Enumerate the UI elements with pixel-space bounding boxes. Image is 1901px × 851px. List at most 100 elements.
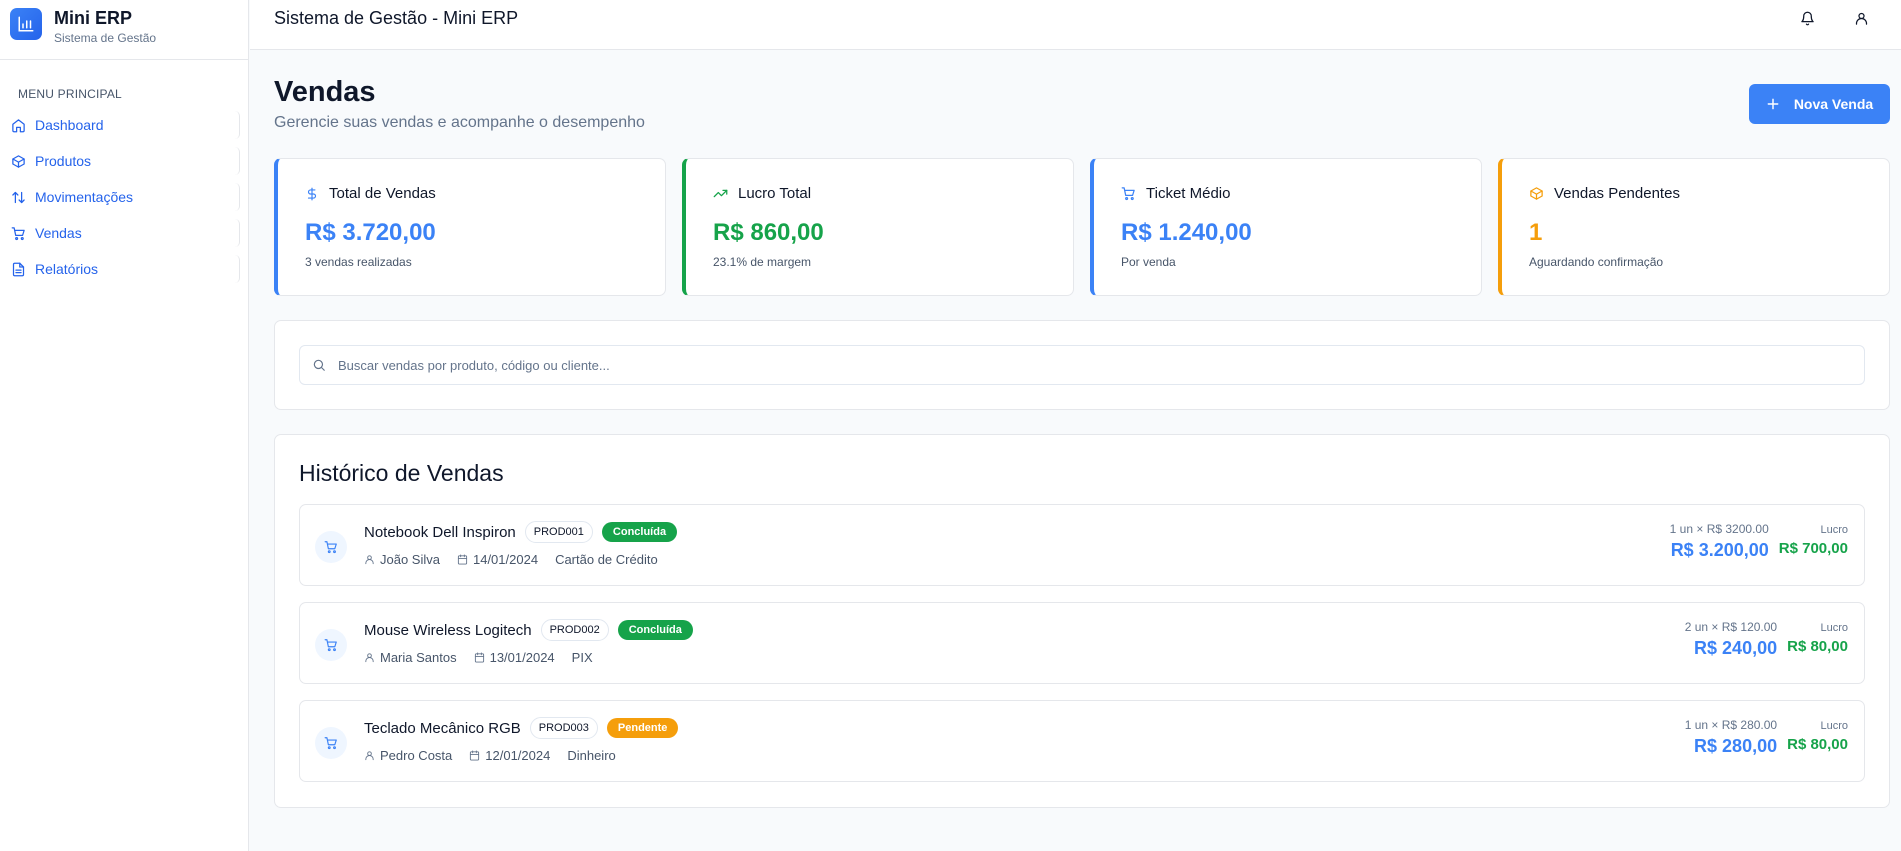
sidebar-item-label: Vendas bbox=[35, 225, 82, 241]
sidebar: Mini ERP Sistema de Gestão MENU PRINCIPA… bbox=[0, 0, 249, 851]
bell-icon bbox=[1800, 11, 1814, 26]
sale-row[interactable]: Notebook Dell Inspiron PROD001 Concluída… bbox=[299, 504, 1865, 586]
cart-icon bbox=[315, 629, 347, 661]
stat-card-value: R$ 1.240,00 bbox=[1121, 219, 1252, 246]
trending-up-icon bbox=[713, 189, 728, 198]
sale-list: Notebook Dell Inspiron PROD001 Concluída… bbox=[299, 504, 1865, 782]
sidebar-item-produtos[interactable]: Produtos bbox=[0, 143, 248, 179]
sale-total: R$ 3.200,00 bbox=[1670, 540, 1769, 560]
sale-date: 12/01/2024 bbox=[485, 748, 551, 763]
stat-card-title: Ticket Médio bbox=[1146, 185, 1231, 202]
sale-date: 14/01/2024 bbox=[472, 552, 539, 567]
sidebar-item-vendas[interactable]: Vendas bbox=[0, 215, 248, 251]
brand-subtitle: Sistema de Gestão bbox=[54, 31, 157, 45]
page-subtitle: Gerencie suas vendas e acompanhe o desem… bbox=[274, 114, 645, 131]
new-sale-label: Nova Venda bbox=[1793, 96, 1874, 112]
user-icon bbox=[365, 751, 374, 761]
history-title: Histórico de Vendas bbox=[299, 460, 504, 486]
search-icon bbox=[313, 359, 325, 371]
brand: Mini ERP Sistema de Gestão bbox=[0, 0, 248, 60]
status-badge: Concluída bbox=[617, 620, 693, 640]
stat-card-value: R$ 860,00 bbox=[713, 219, 824, 246]
home-icon bbox=[12, 118, 25, 132]
sidebar-item-relatorios[interactable]: Relatórios bbox=[0, 251, 248, 287]
package-icon bbox=[1530, 187, 1543, 200]
calendar-icon bbox=[457, 554, 468, 565]
search-box bbox=[299, 345, 1865, 385]
stat-card-title: Total de Vendas bbox=[329, 185, 436, 202]
stat-card-value: R$ 3.720,00 bbox=[305, 219, 436, 246]
menu-label: MENU PRINCIPAL bbox=[18, 87, 122, 101]
sidebar-item-movimentacoes[interactable]: Movimentações bbox=[0, 179, 248, 215]
notifications-button[interactable] bbox=[1797, 9, 1817, 29]
sale-quantity: 2 un × R$ 120.00 bbox=[1684, 620, 1778, 634]
sale-profit: R$ 80,00 bbox=[1787, 638, 1848, 655]
sale-total: R$ 240,00 bbox=[1694, 638, 1778, 658]
sidebar-item-label: Dashboard bbox=[35, 117, 104, 133]
product-code-badge: PROD003 bbox=[529, 717, 598, 739]
sale-profit: R$ 80,00 bbox=[1787, 736, 1848, 753]
user-icon bbox=[365, 653, 374, 663]
calendar-icon bbox=[474, 652, 484, 663]
profit-label: Lucro bbox=[1820, 524, 1848, 536]
new-sale-button[interactable]: Nova Venda bbox=[1749, 84, 1890, 124]
sidebar-item-label: Relatórios bbox=[35, 261, 99, 277]
sale-customer: Maria Santos bbox=[380, 650, 457, 665]
user-menu-button[interactable] bbox=[1851, 9, 1871, 29]
stat-card-total-profit: Lucro Total R$ 860,00 23.1% de margem bbox=[682, 158, 1074, 296]
stat-card-title: Vendas Pendentes bbox=[1554, 185, 1680, 202]
page-title: Vendas bbox=[274, 76, 376, 108]
product-code-badge: PROD002 bbox=[540, 619, 609, 641]
stat-card-average-ticket: Ticket Médio R$ 1.240,00 Por venda bbox=[1090, 158, 1482, 296]
package-icon bbox=[12, 154, 25, 168]
sale-quantity: 1 un × R$ 280.00 bbox=[1684, 718, 1778, 732]
sales-history: Histórico de Vendas Notebook Dell Inspir… bbox=[274, 434, 1890, 808]
status-badge: Concluída bbox=[601, 522, 678, 542]
user-icon bbox=[365, 555, 374, 565]
cart-icon bbox=[315, 531, 347, 563]
calendar-icon bbox=[470, 750, 480, 761]
sale-customer: João Silva bbox=[380, 552, 440, 567]
profit-label: Lucro bbox=[1820, 720, 1848, 732]
cart-icon bbox=[315, 727, 347, 759]
sale-quantity: 1 un × R$ 3200.00 bbox=[1669, 522, 1769, 536]
sale-total: R$ 280,00 bbox=[1694, 736, 1778, 756]
main-content: Vendas Gerencie suas vendas e acompanhe … bbox=[274, 50, 1890, 808]
stat-card-total-sales: Total de Vendas R$ 3.720,00 3 vendas rea… bbox=[274, 158, 666, 296]
stats-cards: Total de Vendas R$ 3.720,00 3 vendas rea… bbox=[274, 158, 1890, 296]
sidebar-item-dashboard[interactable]: Dashboard bbox=[0, 107, 248, 143]
sidebar-nav: Dashboard Produtos Movimentações Vendas … bbox=[0, 107, 248, 287]
status-badge: Pendente bbox=[606, 718, 679, 738]
bar-chart-icon bbox=[10, 8, 42, 40]
sidebar-item-label: Produtos bbox=[35, 153, 92, 169]
stat-card-note: Aguardando confirmação bbox=[1529, 255, 1664, 269]
sale-date: 13/01/2024 bbox=[489, 650, 555, 665]
sale-customer: Pedro Costa bbox=[380, 748, 453, 763]
sidebar-item-label: Movimentações bbox=[35, 189, 134, 205]
sale-product-name: Teclado Mecânico RGB bbox=[364, 719, 521, 737]
plus-icon bbox=[1767, 98, 1779, 110]
cart-icon bbox=[1121, 187, 1135, 201]
profit-label: Lucro bbox=[1820, 622, 1848, 634]
sale-product-name: Mouse Wireless Logitech bbox=[364, 621, 532, 639]
header-title: Sistema de Gestão - Mini ERP bbox=[274, 8, 519, 28]
search-input[interactable] bbox=[338, 357, 1738, 373]
sale-payment-method: Cartão de Crédito bbox=[555, 552, 658, 567]
page-header: Vendas Gerencie suas vendas e acompanhe … bbox=[274, 50, 1890, 140]
product-code-badge: PROD001 bbox=[524, 521, 593, 543]
stat-card-note: Por venda bbox=[1121, 255, 1176, 269]
sale-payment-method: PIX bbox=[571, 650, 593, 665]
sale-profit: R$ 700,00 bbox=[1778, 540, 1848, 557]
cart-icon bbox=[11, 226, 25, 240]
sale-product-name: Notebook Dell Inspiron bbox=[364, 523, 516, 541]
file-text-icon bbox=[12, 262, 25, 276]
stat-card-value: 1 bbox=[1529, 219, 1543, 246]
stat-card-note: 3 vendas realizadas bbox=[305, 255, 412, 269]
dollar-icon bbox=[307, 187, 317, 200]
arrows-up-down-icon bbox=[12, 191, 25, 203]
user-icon bbox=[1855, 12, 1867, 25]
search-panel bbox=[274, 320, 1890, 410]
top-header: Sistema de Gestão - Mini ERP bbox=[250, 0, 1901, 50]
sale-row[interactable]: Teclado Mecânico RGB PROD003 Pendente Pe… bbox=[299, 700, 1865, 782]
sale-row[interactable]: Mouse Wireless Logitech PROD002 Concluíd… bbox=[299, 602, 1865, 684]
